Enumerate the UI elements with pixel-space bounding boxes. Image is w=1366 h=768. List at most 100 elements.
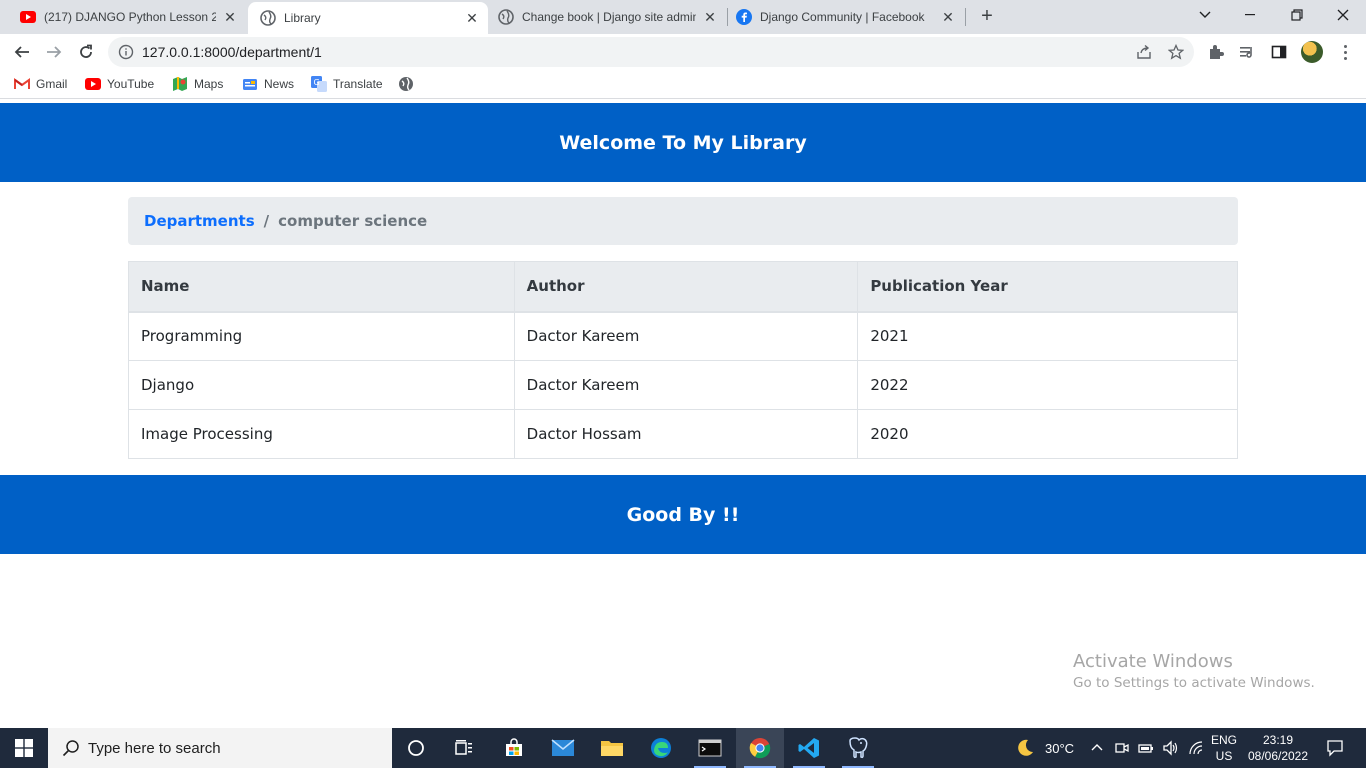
chevron-down-icon bbox=[1199, 11, 1211, 18]
mail-icon bbox=[551, 739, 575, 756]
reload-button[interactable] bbox=[72, 38, 100, 66]
chrome-icon bbox=[749, 738, 771, 759]
browser-toolbar: 127.0.0.1:8000/department/1 bbox=[0, 34, 1366, 70]
side-panel-icon[interactable] bbox=[1270, 43, 1288, 61]
close-tab-icon[interactable]: ✕ bbox=[702, 9, 718, 25]
minimize-icon bbox=[1245, 14, 1255, 16]
bookmark-globe[interactable] bbox=[398, 76, 420, 92]
region-code: US bbox=[1215, 749, 1233, 763]
cell-name: Image Processing bbox=[128, 409, 515, 459]
folder-icon bbox=[601, 741, 623, 756]
battery-icon[interactable] bbox=[1138, 740, 1154, 756]
activate-windows-watermark: Activate Windows Go to Settings to activ… bbox=[1073, 651, 1315, 691]
cell-author: Dactor Kareem bbox=[513, 311, 859, 361]
bookmark-gmail[interactable]: Gmail bbox=[14, 76, 67, 92]
tab-search-button[interactable] bbox=[1182, 0, 1228, 30]
vscode-icon bbox=[798, 738, 819, 758]
back-button[interactable] bbox=[8, 38, 36, 66]
close-window-button[interactable] bbox=[1320, 0, 1366, 30]
taskbar-file-explorer[interactable] bbox=[588, 728, 636, 768]
cell-year: 2020 bbox=[857, 409, 1238, 459]
search-placeholder: Type here to search bbox=[88, 739, 221, 757]
globe-icon bbox=[498, 9, 514, 25]
windows-logo-icon bbox=[15, 739, 33, 757]
bookmark-star-icon[interactable] bbox=[1167, 43, 1185, 60]
chevron-up-icon[interactable] bbox=[1090, 741, 1104, 755]
footer-text: Good By !! bbox=[626, 503, 740, 526]
more-menu-icon[interactable] bbox=[1337, 43, 1353, 61]
taskbar-terminal[interactable] bbox=[686, 728, 734, 768]
tab-title: Change book | Django site admin bbox=[522, 10, 696, 24]
breadcrumb-departments-link[interactable]: Departments bbox=[144, 212, 255, 230]
close-tab-icon[interactable]: ✕ bbox=[222, 9, 238, 25]
arrow-left-icon bbox=[14, 46, 29, 58]
breadcrumb: Departments / computer science bbox=[128, 197, 1238, 245]
tab-library[interactable]: Library ✕ bbox=[248, 2, 488, 34]
translate-icon: G bbox=[311, 76, 327, 92]
news-icon bbox=[242, 76, 258, 92]
youtube-icon bbox=[20, 9, 36, 25]
close-tab-icon[interactable]: ✕ bbox=[464, 10, 480, 26]
wifi-icon[interactable] bbox=[1188, 740, 1206, 756]
tab-title: Django Community | Facebook bbox=[760, 10, 925, 24]
profile-avatar[interactable] bbox=[1301, 41, 1323, 63]
cell-year: 2022 bbox=[857, 360, 1238, 410]
clock-time: 23:19 bbox=[1262, 733, 1294, 747]
meet-now-icon[interactable] bbox=[1114, 740, 1130, 756]
restore-icon bbox=[1291, 9, 1303, 21]
table-row: Django Dactor Kareem 2022 bbox=[128, 360, 1238, 410]
address-bar[interactable]: 127.0.0.1:8000/department/1 bbox=[108, 37, 1194, 67]
table-row: Image Processing Dactor Hossam 2020 bbox=[128, 409, 1238, 459]
terminal-icon bbox=[698, 739, 722, 757]
info-icon[interactable] bbox=[118, 44, 134, 60]
taskbar-search-box[interactable]: Type here to search bbox=[48, 728, 392, 768]
breadcrumb-current: computer science bbox=[278, 212, 428, 230]
forward-button[interactable] bbox=[40, 38, 68, 66]
share-icon[interactable] bbox=[1136, 44, 1152, 60]
taskbar-pgadmin[interactable] bbox=[834, 728, 882, 768]
bookmark-label: News bbox=[264, 77, 295, 91]
table-row: Programming Dactor Kareem 2021 bbox=[128, 311, 1238, 361]
clock[interactable]: 23:19 08/06/2022 bbox=[1244, 728, 1312, 768]
weather-temperature: 30°C bbox=[1045, 740, 1075, 756]
task-view-button[interactable] bbox=[440, 728, 488, 768]
restore-button[interactable] bbox=[1274, 0, 1320, 30]
url-text[interactable]: 127.0.0.1:8000/department/1 bbox=[142, 44, 322, 60]
cell-name: Programming bbox=[128, 311, 515, 361]
media-control-icon[interactable] bbox=[1238, 43, 1256, 61]
watermark-subtitle: Go to Settings to activate Windows. bbox=[1073, 675, 1315, 691]
taskbar-edge[interactable] bbox=[637, 728, 685, 768]
bookmark-maps[interactable]: Maps bbox=[172, 76, 223, 92]
minimize-button[interactable] bbox=[1228, 0, 1274, 30]
tab-youtube-lesson[interactable]: (217) DJANGO Python Lesson 25 ✕ bbox=[10, 0, 246, 34]
volume-icon[interactable] bbox=[1162, 740, 1180, 756]
search-icon bbox=[62, 740, 79, 757]
extensions-icon[interactable] bbox=[1207, 43, 1225, 61]
close-tab-icon[interactable]: ✕ bbox=[940, 9, 956, 25]
bookmarks-bar: Gmail YouTube Maps News G Translate bbox=[0, 70, 1366, 99]
new-tab-button[interactable]: + bbox=[976, 5, 998, 27]
taskbar-chrome[interactable] bbox=[736, 728, 784, 768]
tab-django-admin[interactable]: Change book | Django site admin ✕ bbox=[490, 0, 726, 34]
cortana-button[interactable] bbox=[392, 728, 440, 768]
taskbar-vscode[interactable] bbox=[785, 728, 833, 768]
table-header-row: Name Author Publication Year bbox=[128, 261, 1238, 313]
bookmark-news[interactable]: News bbox=[242, 76, 294, 92]
notifications-button[interactable] bbox=[1320, 728, 1350, 768]
start-button[interactable] bbox=[0, 728, 48, 768]
weather-widget[interactable]: 30°C bbox=[1014, 728, 1074, 768]
bookmark-youtube[interactable]: YouTube bbox=[85, 76, 154, 92]
site-footer: Good By !! bbox=[0, 475, 1366, 554]
globe-icon bbox=[398, 76, 414, 92]
bookmark-translate[interactable]: G Translate bbox=[311, 76, 383, 92]
input-language-indicator[interactable]: ENG US bbox=[1208, 728, 1240, 768]
maps-icon bbox=[172, 76, 188, 92]
taskbar-store[interactable] bbox=[490, 728, 538, 768]
tab-title: Library bbox=[284, 11, 321, 25]
taskbar-mail[interactable] bbox=[539, 728, 587, 768]
tab-facebook[interactable]: Django Community | Facebook ✕ bbox=[728, 0, 964, 34]
task-view-icon bbox=[455, 740, 472, 755]
language-code: ENG bbox=[1210, 733, 1237, 747]
gmail-icon bbox=[14, 76, 30, 92]
page-viewport: Welcome To My Library Departments / comp… bbox=[0, 103, 1366, 728]
